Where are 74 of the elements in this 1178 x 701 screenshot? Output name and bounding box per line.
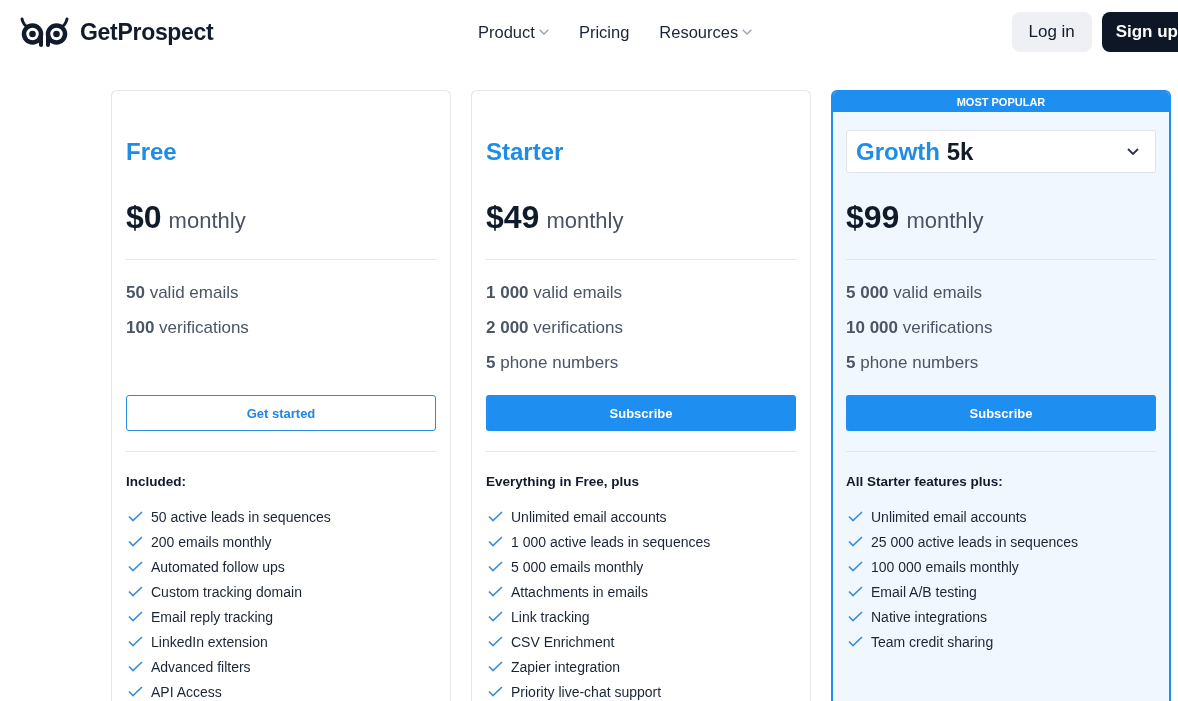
check-icon <box>848 611 863 622</box>
nav-link[interactable]: Resources <box>659 21 753 43</box>
stat-text: 2 000 verifications <box>486 317 624 338</box>
check-icon <box>128 586 143 597</box>
stat-text: 10 000 verifications <box>846 317 993 338</box>
popular-badge: MOST POPULAR <box>833 92 1169 112</box>
plan-name: Starter <box>486 137 564 166</box>
nav-link[interactable]: Pricing <box>578 21 630 43</box>
feature-text: 100 000 emails monthly <box>871 558 1019 575</box>
stat-text: 100 verifications <box>126 317 249 338</box>
stat-text: 50 valid emails <box>126 282 239 303</box>
feature-text: Link tracking <box>511 608 590 625</box>
check-icon <box>848 511 863 522</box>
feature-text: 1 000 active leads in sequences <box>511 533 711 550</box>
plan-name: Free <box>126 137 177 166</box>
price-period: monthly <box>906 208 984 233</box>
check-icon <box>128 661 143 672</box>
feature-text: CSV Enrichment <box>511 633 615 650</box>
check-icon <box>848 636 863 647</box>
check-icon <box>128 636 143 647</box>
feature-text: 50 active leads in sequences <box>151 508 331 525</box>
check-icon <box>488 536 503 547</box>
feature-text: Email reply tracking <box>151 608 274 625</box>
feature-text: Zapier integration <box>511 658 620 675</box>
check-icon <box>128 611 143 622</box>
check-icon <box>128 511 143 522</box>
stat-text: 5 000 valid emails <box>846 282 983 303</box>
signup-button[interactable]: Sign up <box>1101 12 1178 52</box>
price-amount: $0 <box>126 199 162 235</box>
feature-text: Unlimited email accounts <box>511 508 667 525</box>
feature-text: Email A/B testing <box>871 583 977 600</box>
features-heading: Included: <box>126 473 187 491</box>
price-amount: $49 <box>486 199 540 235</box>
check-icon <box>488 561 503 572</box>
chevron-down-icon <box>1127 148 1139 155</box>
features-heading: Everything in Free, plus <box>486 473 641 491</box>
check-icon <box>128 561 143 572</box>
check-icon <box>848 586 863 597</box>
check-icon <box>848 561 863 572</box>
nav-link[interactable]: Product <box>478 21 549 43</box>
feature-text: 5 000 emails monthly <box>511 558 644 575</box>
price-amount: $99 <box>846 199 900 235</box>
logo-text: GetProspect <box>80 18 214 46</box>
price-period: monthly <box>168 208 246 233</box>
feature-text: Priority live-chat support <box>511 683 662 700</box>
feature-text: LinkedIn extension <box>151 633 268 650</box>
stat-text: 5 phone numbers <box>846 352 979 373</box>
login-button[interactable]: Log in <box>1011 12 1092 52</box>
feature-text: Attachments in emails <box>511 583 648 600</box>
check-icon <box>488 611 503 622</box>
feature-text: 25 000 active leads in sequences <box>871 533 1079 550</box>
feature-text: Custom tracking domain <box>151 583 302 600</box>
stat-text: 1 000 valid emails <box>486 282 623 303</box>
feature-text: Automated follow ups <box>151 558 285 575</box>
check-icon <box>488 586 503 597</box>
price-period: monthly <box>546 208 624 233</box>
feature-text: Native integrations <box>871 608 987 625</box>
check-icon <box>488 636 503 647</box>
feature-text: Team credit sharing <box>871 633 994 650</box>
feature-text: 200 emails monthly <box>151 533 272 550</box>
stat-text: 5 phone numbers <box>486 352 619 373</box>
feature-text: Advanced filters <box>151 658 251 675</box>
logo-icon <box>20 17 69 47</box>
check-icon <box>848 536 863 547</box>
check-icon <box>488 661 503 672</box>
plan-select[interactable]: Growth 5k <box>846 130 1156 173</box>
plan-cta-button[interactable]: Get started <box>126 395 436 431</box>
features-heading: All Starter features plus: <box>846 473 1004 491</box>
check-icon <box>128 536 143 547</box>
check-icon <box>128 686 143 697</box>
feature-text: API Access <box>151 683 222 700</box>
feature-text: Unlimited email accounts <box>871 508 1027 525</box>
check-icon <box>488 686 503 697</box>
check-icon <box>488 511 503 522</box>
